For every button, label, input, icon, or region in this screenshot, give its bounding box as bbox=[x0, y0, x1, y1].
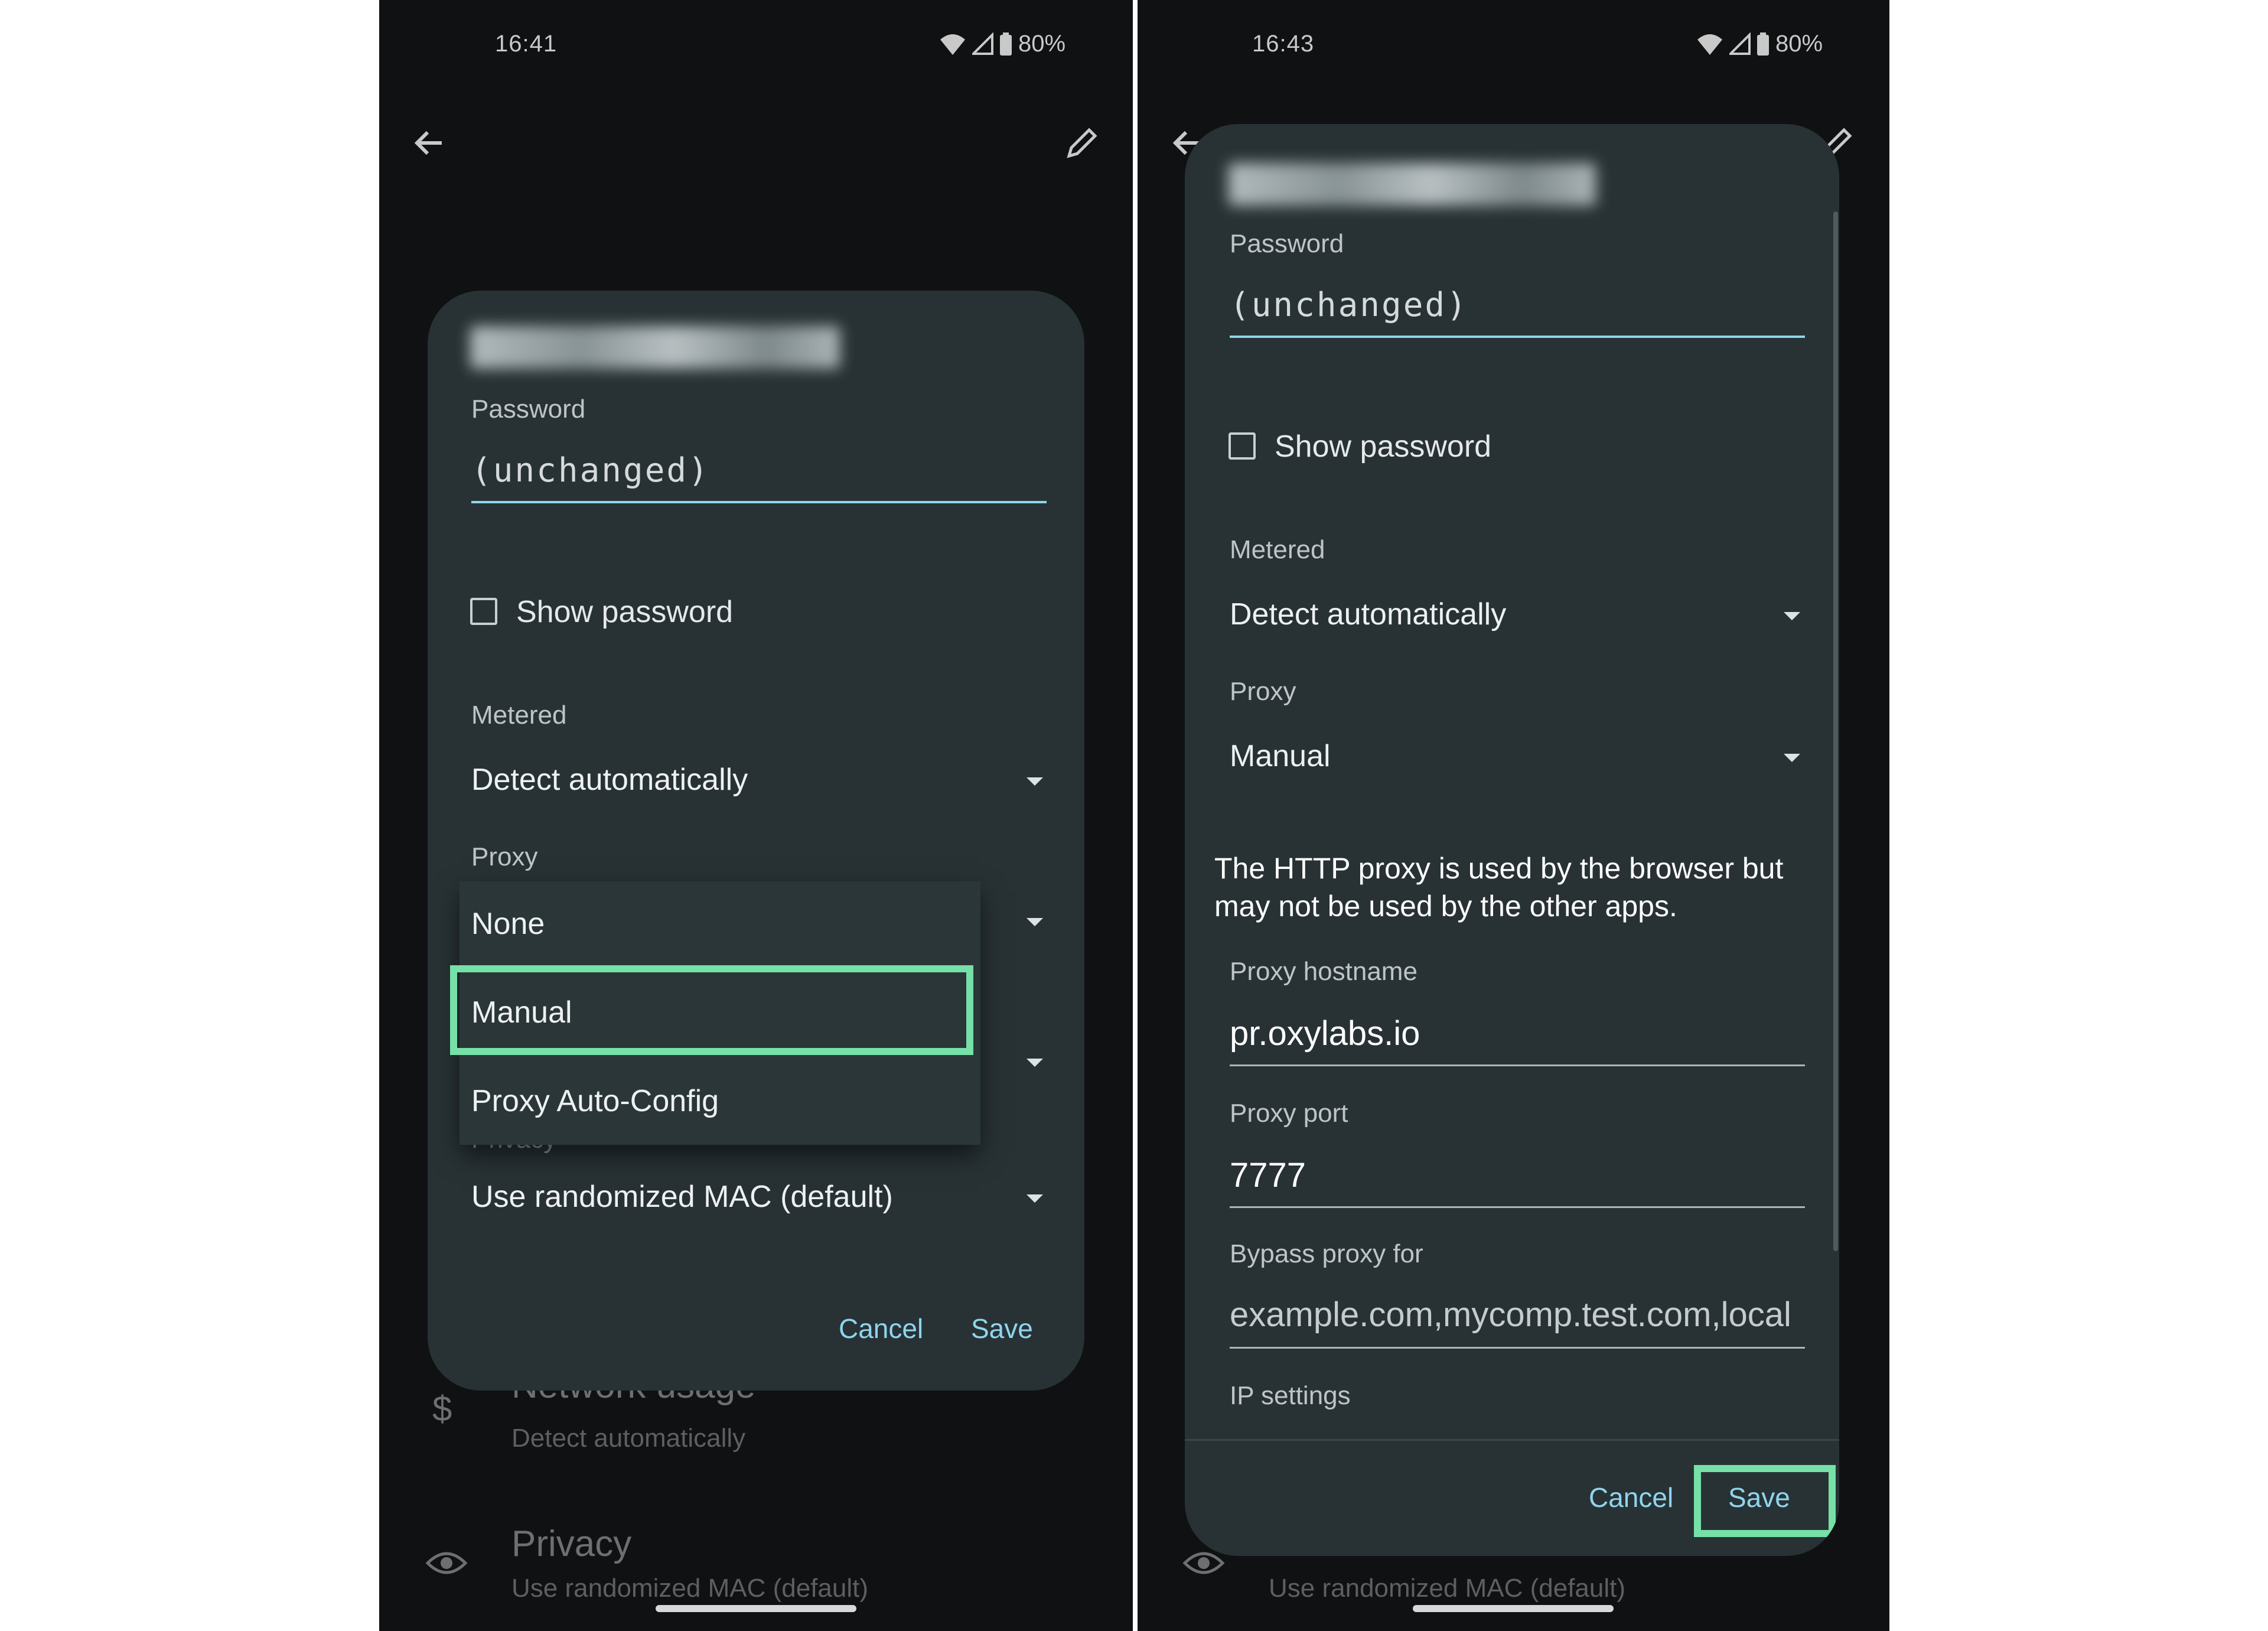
proxy-select[interactable]: Manual bbox=[1230, 738, 1331, 774]
password-label: Password bbox=[471, 395, 586, 424]
bypass-proxy-clip: example.com,mycomp.test.com,local bbox=[1230, 1295, 1805, 1342]
proxy-option-none[interactable]: None bbox=[460, 906, 980, 942]
cancel-button[interactable]: Cancel bbox=[839, 1313, 923, 1344]
metered-select[interactable]: Detect automatically bbox=[1230, 597, 1506, 632]
status-icons: 80% bbox=[1696, 31, 1823, 57]
wifi-icon bbox=[940, 34, 965, 55]
metered-dropdown-icon[interactable] bbox=[1784, 612, 1800, 620]
show-password-label[interactable]: Show password bbox=[1275, 429, 1491, 464]
metered-dropdown-icon[interactable] bbox=[1027, 777, 1043, 786]
battery-icon bbox=[1757, 32, 1769, 56]
back-arrow-icon[interactable] bbox=[410, 124, 448, 162]
status-time: 16:41 bbox=[495, 31, 558, 57]
home-indicator[interactable] bbox=[1413, 1605, 1614, 1612]
privacy-select[interactable]: Use randomized MAC (default) bbox=[471, 1179, 893, 1215]
metered-label: Metered bbox=[1230, 535, 1325, 564]
signal-icon bbox=[1729, 32, 1751, 55]
button-bar-divider bbox=[1185, 1439, 1839, 1441]
show-password-checkbox[interactable] bbox=[470, 598, 497, 625]
hostname-underline bbox=[1230, 1064, 1805, 1066]
proxy-hostname-input[interactable]: pr.oxylabs.io bbox=[1230, 1014, 1420, 1053]
network-edit-dialog: Password (unchanged) Show password Meter… bbox=[1185, 124, 1839, 1556]
save-button[interactable]: Save bbox=[971, 1313, 1033, 1344]
network-edit-dialog: Password (unchanged) Show password Meter… bbox=[428, 291, 1084, 1391]
scrollbar[interactable] bbox=[1833, 211, 1838, 1251]
show-password-checkbox[interactable] bbox=[1228, 432, 1256, 460]
proxy-option-auto-config[interactable]: Proxy Auto-Config bbox=[460, 1083, 980, 1119]
proxy-dropdown-icon[interactable] bbox=[1027, 918, 1043, 926]
status-time: 16:43 bbox=[1252, 31, 1315, 57]
privacy-subtitle: Use randomized MAC (default) bbox=[511, 1574, 869, 1603]
password-underline bbox=[1230, 336, 1805, 338]
dollar-icon: $ bbox=[432, 1389, 452, 1428]
password-input[interactable]: (unchanged) bbox=[1230, 286, 1468, 324]
cancel-button[interactable]: Cancel bbox=[1589, 1482, 1673, 1513]
privacy-eye-icon bbox=[425, 1552, 468, 1574]
bypass-proxy-input[interactable]: example.com,mycomp.test.com,local bbox=[1230, 1295, 1791, 1334]
network-name-redacted bbox=[470, 326, 840, 369]
network-name-redacted bbox=[1228, 163, 1596, 206]
metered-label: Metered bbox=[471, 701, 567, 730]
privacy-title: Privacy bbox=[511, 1523, 632, 1564]
battery-icon bbox=[1000, 32, 1012, 56]
proxy-note: The HTTP proxy is used by the browser bu… bbox=[1214, 852, 1784, 923]
proxy-port-input[interactable]: 7777 bbox=[1230, 1155, 1306, 1195]
show-password-label[interactable]: Show password bbox=[516, 594, 733, 630]
ip-settings-label: IP settings bbox=[1230, 1381, 1351, 1410]
signal-icon bbox=[972, 32, 993, 55]
bypass-underline bbox=[1230, 1347, 1805, 1349]
edit-pencil-icon[interactable] bbox=[1063, 124, 1101, 162]
network-usage-subtitle: Detect automatically bbox=[511, 1424, 746, 1453]
privacy-dropdown-icon[interactable] bbox=[1027, 1194, 1043, 1203]
proxy-label: Proxy bbox=[471, 842, 538, 871]
save-button-highlight bbox=[1694, 1465, 1836, 1537]
privacy-subtitle: Use randomized MAC (default) bbox=[1269, 1574, 1626, 1603]
partial-dropdown-icon[interactable] bbox=[1027, 1059, 1043, 1067]
home-indicator[interactable] bbox=[656, 1605, 856, 1612]
wifi-icon bbox=[1697, 34, 1722, 55]
proxy-port-label: Proxy port bbox=[1230, 1099, 1348, 1128]
password-input[interactable]: (unchanged) bbox=[471, 451, 710, 490]
manual-option-highlight bbox=[450, 965, 973, 1055]
port-underline bbox=[1230, 1206, 1805, 1208]
battery-percent: 80% bbox=[1775, 31, 1823, 57]
panel-divider bbox=[1133, 0, 1138, 1631]
metered-select[interactable]: Detect automatically bbox=[471, 762, 748, 797]
battery-percent: 80% bbox=[1018, 31, 1066, 57]
proxy-dropdown-icon[interactable] bbox=[1784, 754, 1800, 762]
phone-screen-left: 16:41 80% $ Network usage Detect automat… bbox=[379, 0, 1133, 1631]
status-icons: 80% bbox=[939, 31, 1065, 57]
proxy-label: Proxy bbox=[1230, 677, 1296, 706]
proxy-hostname-label: Proxy hostname bbox=[1230, 957, 1418, 986]
password-label: Password bbox=[1230, 229, 1344, 258]
phone-screen-right: 16:43 80% Use randomized MAC (default) P… bbox=[1138, 0, 1889, 1631]
bypass-proxy-label: Bypass proxy for bbox=[1230, 1239, 1423, 1268]
password-underline bbox=[471, 501, 1047, 503]
